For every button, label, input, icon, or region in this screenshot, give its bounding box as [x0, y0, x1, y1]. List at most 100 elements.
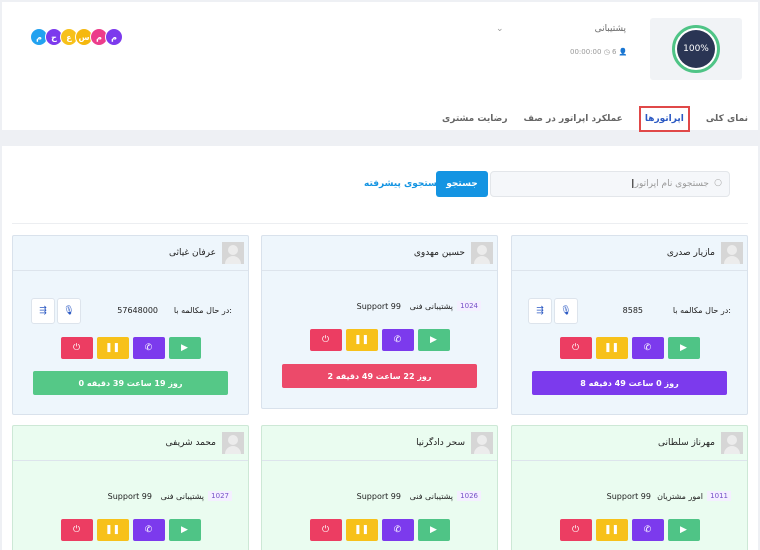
operator-card: مهرناز سلطانی 1011 امور مشتریان Support … [511, 425, 748, 550]
phone-icon: ✆ [643, 525, 652, 535]
queue-name: پشتیبانی فنی [160, 492, 204, 501]
operator-controls: ⏻ ❚❚ ✆ ▶ [512, 519, 747, 541]
queue-name: امور مشتریان [657, 492, 703, 501]
card-header: مازیار صدری [512, 236, 747, 271]
department-label: پشتیبانی [594, 24, 626, 34]
operator-card: حسین مهدوی 1024 پشتیبانی فنی Support 99 … [261, 235, 498, 409]
tab-operators[interactable]: اپراتورها [638, 106, 690, 132]
pause-icon: ❚❚ [353, 525, 370, 535]
queue-id: 1026 [457, 491, 481, 501]
operator-controls: ⏻ ❚❚ ✆ ▶ [13, 337, 248, 359]
whisper-icon: ⇶ [39, 306, 47, 316]
power-icon: ⏻ [72, 343, 81, 353]
pause-button[interactable]: ❚❚ [595, 337, 628, 359]
listen-button[interactable]: 🎙 [57, 298, 81, 324]
play-button[interactable]: ▶ [667, 519, 700, 541]
call-label: در حال مکالمه با: [173, 306, 232, 315]
whisper-icon: ⇶ [536, 306, 544, 316]
power-button[interactable]: ⏻ [309, 329, 342, 351]
play-icon: ▶ [181, 343, 188, 353]
queue-info: 1027 پشتیبانی فنی Support 99 [13, 484, 248, 510]
power-icon: ⏻ [321, 525, 330, 535]
performance-box: 100% [650, 18, 742, 80]
power-button[interactable]: ⏻ [309, 519, 342, 541]
clock-icon: ◷ [603, 48, 610, 56]
time-value: 00:00:00 [570, 48, 602, 56]
card-header: محمد شریفی [13, 426, 248, 461]
queue-tag: Support 99 [606, 492, 651, 501]
tab-overview[interactable]: نمای کلی [706, 114, 748, 124]
phone-icon: ✆ [393, 335, 402, 345]
operator-controls: ⏻ ❚❚ ✆ ▶ [13, 519, 248, 541]
operator-name: سحر دادگرنیا [416, 438, 465, 448]
play-icon: ▶ [680, 525, 687, 535]
card-header: عرفان غیاثی [13, 236, 248, 271]
pause-button[interactable]: ❚❚ [96, 337, 129, 359]
pause-icon: ❚❚ [603, 525, 620, 535]
avatar [222, 432, 244, 454]
call-button[interactable]: ✆ [132, 519, 165, 541]
advanced-search-link[interactable]: جستجوی پیشرفته [364, 179, 444, 189]
search-row: جستجوی نام اپراتور ○ I جستجو جستجوی پیشر… [2, 171, 758, 197]
play-button[interactable]: ▶ [417, 519, 450, 541]
performance-percent: 100% [677, 30, 715, 68]
listen-button[interactable]: 🎙 [554, 298, 578, 324]
tab-queue-performance[interactable]: عملکرد اپراتور در صف [524, 114, 623, 124]
queue-info: 1011 امور مشتریان Support 99 [512, 484, 747, 510]
play-icon: ▶ [680, 343, 687, 353]
avatar [721, 432, 743, 454]
play-icon: ▶ [430, 335, 437, 345]
whisper-button[interactable]: ⇶ [31, 298, 55, 324]
queue-id: 1027 [208, 491, 232, 501]
queue-name: پشتیبانی فنی [409, 492, 453, 501]
queue-info: 1024 پشتیبانی فنی Support 99 [262, 294, 497, 320]
operator-card: مازیار صدری در حال مکالمه با: 8585 🎙 ⇶ ⏻… [511, 235, 748, 415]
call-button[interactable]: ✆ [381, 329, 414, 351]
operator-name: حسین مهدوی [413, 248, 465, 258]
card-header: سحر دادگرنیا [262, 426, 497, 461]
card-header: مهرناز سلطانی [512, 426, 747, 461]
power-icon: ⏻ [321, 335, 330, 345]
online-operators-avatars: م ح ع س م م [30, 28, 123, 46]
operator-card: سحر دادگرنیا 1026 پشتیبانی فنی Support 9… [261, 425, 498, 550]
search-button[interactable]: جستجو [436, 171, 488, 197]
call-button[interactable]: ✆ [631, 519, 664, 541]
queue-id: 1024 [457, 301, 481, 311]
pause-button[interactable]: ❚❚ [595, 519, 628, 541]
power-button[interactable]: ⏻ [559, 519, 592, 541]
search-input[interactable]: جستجوی نام اپراتور ○ I [490, 171, 730, 197]
play-button[interactable]: ▶ [417, 329, 450, 351]
power-icon: ⏻ [571, 343, 580, 353]
queue-tag: Support 99 [107, 492, 152, 501]
status-duration-bar: 2 روز 22 ساعت 49 دقیقه [282, 364, 477, 388]
pause-button[interactable]: ❚❚ [96, 519, 129, 541]
call-button[interactable]: ✆ [631, 337, 664, 359]
play-button[interactable]: ▶ [667, 337, 700, 359]
performance-ring: 100% [672, 25, 720, 73]
operator-avatar[interactable]: م [105, 28, 123, 46]
tab-customer-satisfaction[interactable]: رضایت مشتری [442, 114, 508, 124]
operator-card: عرفان غیاثی در حال مکالمه با: 57648000 🎙… [12, 235, 249, 415]
microphone-icon: 🎙 [63, 306, 75, 316]
power-button[interactable]: ⏻ [559, 337, 592, 359]
power-button[interactable]: ⏻ [60, 337, 93, 359]
call-button[interactable]: ✆ [132, 337, 165, 359]
play-button[interactable]: ▶ [168, 337, 201, 359]
pause-icon: ❚❚ [353, 335, 370, 345]
department-select[interactable]: ⌄ پشتیبانی [496, 24, 626, 34]
pause-button[interactable]: ❚❚ [345, 519, 378, 541]
queue-meta: 00:00:00 ◷ 6 👤 [570, 48, 627, 56]
queue-id: 1011 [707, 491, 731, 501]
power-button[interactable]: ⏻ [60, 519, 93, 541]
play-button[interactable]: ▶ [168, 519, 201, 541]
status-duration-bar: 0 روز 19 ساعت 39 دقیقه [33, 371, 228, 395]
phone-icon: ✆ [144, 525, 153, 535]
search-placeholder: جستجوی نام اپراتور [634, 179, 709, 189]
operators-panel: جستجوی نام اپراتور ○ I جستجو جستجوی پیشر… [2, 146, 758, 550]
call-button[interactable]: ✆ [381, 519, 414, 541]
avatar [721, 242, 743, 264]
pause-button[interactable]: ❚❚ [345, 329, 378, 351]
user-icon: 👤 [618, 48, 628, 56]
whisper-button[interactable]: ⇶ [528, 298, 552, 324]
call-number: 57648000 [117, 306, 158, 315]
